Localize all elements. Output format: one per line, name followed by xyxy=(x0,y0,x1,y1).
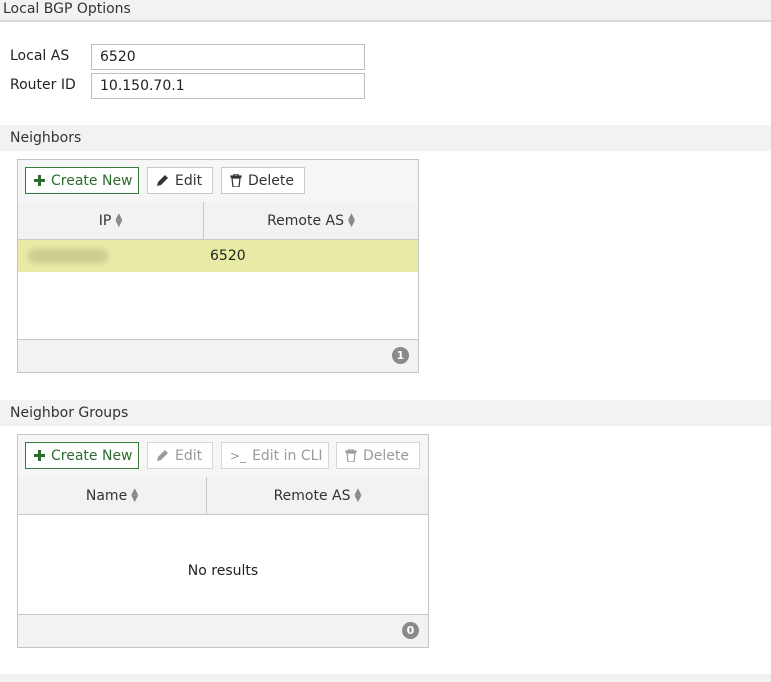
groups-delete-button[interactable]: Delete xyxy=(336,442,420,469)
neighbors-create-new-button[interactable]: Create New xyxy=(25,167,139,194)
groups-delete-label: Delete xyxy=(363,447,409,464)
column-header-groups-remote-as[interactable]: Remote AS ▲ ▼ xyxy=(206,477,428,514)
neighbor-groups-toolbar: Create New Edit >_ Edit in CLI Delete xyxy=(18,435,428,478)
column-header-name[interactable]: Name ▲ ▼ xyxy=(18,477,206,514)
local-as-field[interactable] xyxy=(91,44,365,70)
column-header-remote-as-label: Remote AS xyxy=(267,212,344,229)
column-header-remote-as[interactable]: Remote AS ▲ ▼ xyxy=(203,202,418,239)
local-as-label: Local AS xyxy=(10,48,70,64)
table-row[interactable]: 6520 xyxy=(18,240,418,272)
groups-create-new-button[interactable]: Create New xyxy=(25,442,139,469)
local-bgp-options-header: Local BGP Options xyxy=(0,0,771,22)
sort-icon: ▲ ▼ xyxy=(131,486,139,504)
neighbors-delete-label: Delete xyxy=(248,172,294,189)
groups-edit-button[interactable]: Edit xyxy=(147,442,213,469)
neighbors-table-footer: 1 xyxy=(18,339,418,372)
terminal-icon: >_ xyxy=(230,448,247,463)
neighbor-groups-title: Neighbor Groups xyxy=(10,405,129,421)
bottom-section-strip xyxy=(0,674,771,682)
groups-edit-in-cli-label: Edit in CLI xyxy=(252,447,323,464)
count-badge: 0 xyxy=(402,622,419,639)
plus-icon xyxy=(34,450,45,461)
plus-icon xyxy=(34,175,45,186)
neighbors-table: Create New Edit Delete IP ▲ ▼ Remote AS ▲… xyxy=(17,159,419,373)
remote-as-cell: 6520 xyxy=(210,248,246,264)
pencil-icon xyxy=(156,174,169,187)
neighbors-title: Neighbors xyxy=(10,130,82,146)
sort-icon: ▲ ▼ xyxy=(354,486,362,504)
neighbor-groups-table-footer: 0 xyxy=(18,614,428,647)
sort-icon: ▲ ▼ xyxy=(348,211,355,229)
trash-icon xyxy=(345,449,357,462)
neighbors-edit-label: Edit xyxy=(175,172,203,189)
groups-create-new-label: Create New xyxy=(51,447,133,464)
column-header-ip-label: IP xyxy=(98,212,112,229)
column-header-ip[interactable]: IP ▲ ▼ xyxy=(18,202,203,239)
neighbor-groups-table-header: Name ▲ ▼ Remote AS ▲ ▼ xyxy=(18,477,428,515)
trash-icon xyxy=(230,174,242,187)
neighbors-header: Neighbors xyxy=(0,125,771,151)
neighbor-groups-header: Neighbor Groups xyxy=(0,400,771,426)
router-id-label: Router ID xyxy=(10,77,76,93)
ip-cell-redacted xyxy=(28,249,108,263)
sort-icon: ▲ ▼ xyxy=(115,211,123,229)
neighbors-edit-button[interactable]: Edit xyxy=(147,167,213,194)
groups-edit-label: Edit xyxy=(175,447,203,464)
router-id-field[interactable] xyxy=(91,73,365,99)
neighbor-groups-table: Create New Edit >_ Edit in CLI Delete Na… xyxy=(17,434,429,648)
neighbors-delete-button[interactable]: Delete xyxy=(221,167,305,194)
local-bgp-options-title: Local BGP Options xyxy=(3,1,131,17)
neighbors-create-new-label: Create New xyxy=(51,172,133,189)
neighbors-table-header: IP ▲ ▼ Remote AS ▲ ▼ xyxy=(18,202,418,240)
neighbors-toolbar: Create New Edit Delete xyxy=(18,160,418,203)
count-badge: 1 xyxy=(392,347,409,364)
groups-edit-in-cli-button[interactable]: >_ Edit in CLI xyxy=(221,442,329,469)
pencil-icon xyxy=(156,449,169,462)
empty-results-message: No results xyxy=(187,563,259,579)
column-header-groups-remote-as-label: Remote AS xyxy=(273,487,351,504)
column-header-name-label: Name xyxy=(85,487,128,504)
